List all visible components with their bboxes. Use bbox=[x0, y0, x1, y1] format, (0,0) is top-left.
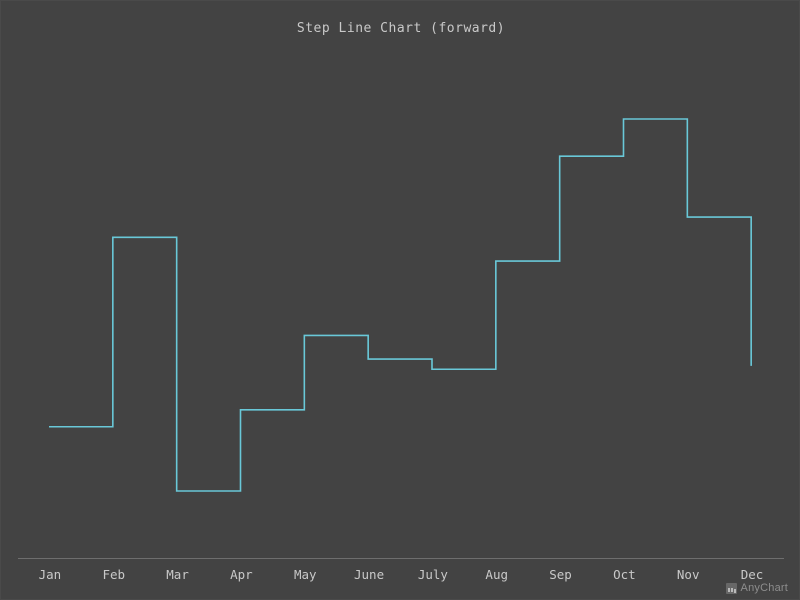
x-tick-label-july: July bbox=[417, 567, 448, 582]
x-tick-label-nov: Nov bbox=[676, 567, 700, 582]
x-tick-label-aug: Aug bbox=[485, 567, 508, 582]
x-tick-label-mar: Mar bbox=[166, 567, 189, 582]
x-tick-label-sep: Sep bbox=[549, 567, 572, 582]
anychart-watermark[interactable]: AnyChart bbox=[725, 582, 788, 594]
watermark-label: AnyChart bbox=[740, 582, 788, 594]
x-tick-label-june: June bbox=[354, 567, 385, 582]
step-line-plot bbox=[18, 118, 784, 559]
x-axis-labels: Jan Feb Mar Apr May June July Aug Sep Oc… bbox=[18, 565, 784, 589]
series-step-line[interactable] bbox=[49, 118, 752, 492]
plot-area bbox=[1, 1, 799, 599]
chart-container: Step Line Chart (forward) Jan Feb Mar Ap… bbox=[0, 0, 800, 600]
x-tick-label-feb: Feb bbox=[102, 567, 126, 582]
x-tick-label-apr: Apr bbox=[230, 567, 253, 582]
x-tick-label-may: May bbox=[293, 567, 317, 582]
bar-chart-icon bbox=[725, 582, 737, 594]
x-tick-label-jan: Jan bbox=[38, 567, 62, 582]
x-tick-label-oct: Oct bbox=[613, 567, 636, 582]
